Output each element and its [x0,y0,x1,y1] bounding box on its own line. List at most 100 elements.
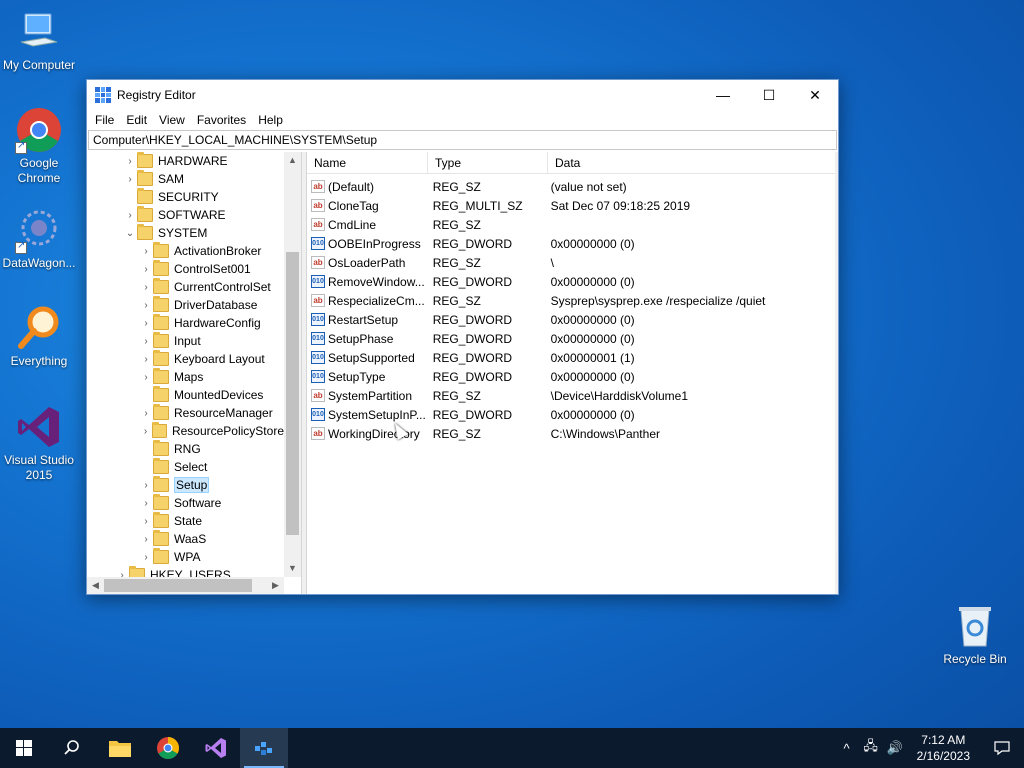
menu-help[interactable]: Help [252,113,289,127]
title-bar[interactable]: Registry Editor — ☐ ✕ [87,80,838,110]
tree-item[interactable]: › Keyboard Layout [87,350,284,368]
file-explorer-button[interactable] [96,728,144,768]
show-hidden-icons-chevron-icon[interactable]: ^ [835,741,859,756]
search-button[interactable] [48,728,96,768]
tree-item[interactable]: › ResourceManager [87,404,284,422]
scroll-down-icon[interactable]: ▼ [284,560,301,577]
column-data-header[interactable]: Data [548,152,833,174]
window-title: Registry Editor [117,88,196,102]
list-row[interactable]: ab CloneTag REG_MULTI_SZ Sat Dec 07 09:18:2… [307,196,838,215]
tree-item[interactable]: › HARDWARE [87,152,284,170]
list-row[interactable]: ab OsLoaderPath REG_SZ \ [307,253,838,272]
scroll-thumb[interactable] [104,579,252,592]
registry-editor-taskbar-button[interactable] [240,728,288,768]
tree-item[interactable]: › ResourcePolicyStore [87,422,284,440]
maximize-button[interactable]: ☐ [746,80,792,110]
tree-item[interactable]: › WPA [87,548,284,566]
tree-item[interactable]: › SAM [87,170,284,188]
tree-item[interactable]: › Maps [87,368,284,386]
scroll-up-icon[interactable]: ▲ [284,152,301,169]
list-row[interactable]: 010 SetupSupported REG_DWORD 0x00000001 (1) [307,348,838,367]
list-row[interactable]: 010 SystemSetupInP... REG_DWORD 0x00000000 … [307,405,838,424]
expand-arrow-icon[interactable]: › [139,354,153,365]
menu-favorites[interactable]: Favorites [191,113,252,127]
tree-item[interactable]: SECURITY [87,188,284,206]
expand-arrow-icon[interactable]: › [139,282,153,293]
tree-item[interactable]: RNG [87,440,284,458]
minimize-button[interactable]: — [700,80,746,110]
list-row[interactable]: ab CmdLine REG_SZ [307,215,838,234]
column-type-header[interactable]: Type [428,152,548,174]
tree-item[interactable]: › Input [87,332,284,350]
tree-item[interactable]: › Setup [87,476,284,494]
expand-arrow-icon[interactable]: › [139,480,153,491]
scroll-right-icon[interactable]: ▶ [267,577,284,594]
expand-arrow-icon[interactable]: › [123,210,137,221]
desktop-icon-my-computer[interactable]: My Computer [1,8,77,73]
desktop-icon-google-chrome[interactable]: Google Chrome [1,106,77,186]
expand-arrow-icon[interactable]: › [123,156,137,167]
expand-arrow-icon[interactable]: › [115,570,129,578]
start-button[interactable] [0,728,48,768]
expand-arrow-icon[interactable]: › [139,264,153,275]
tree-item[interactable]: › CurrentControlSet [87,278,284,296]
desktop-icon-datawagon[interactable]: DataWagon... [1,206,77,271]
menu-view[interactable]: View [153,113,191,127]
key-tree[interactable]: › HARDWARE › SAM SECURITY › SOFTWARE ⌄ SYSTEM › Ac… [87,152,302,594]
expand-arrow-icon[interactable]: › [139,498,153,509]
clock[interactable]: 7:12 AM 2/16/2023 [907,732,980,764]
values-list[interactable]: Name Type Data ab (Default) REG_SZ (value n… [307,152,838,594]
registry-editor-window[interactable]: Registry Editor — ☐ ✕ File Edit View Fav… [86,79,839,595]
desktop-icon-everything[interactable]: Everything [1,304,77,369]
list-row[interactable]: ab RespecializeCm... REG_SZ Sysprep\sysprep… [307,291,838,310]
expand-arrow-icon[interactable]: › [139,426,152,437]
list-row[interactable]: 010 SetupPhase REG_DWORD 0x00000000 (0) [307,329,838,348]
tree-horizontal-scrollbar[interactable]: ◀ ▶ [87,577,284,594]
visual-studio-taskbar-button[interactable] [192,728,240,768]
expand-arrow-icon[interactable]: › [139,516,153,527]
tree-item[interactable]: MountedDevices [87,386,284,404]
tree-item[interactable]: › State [87,512,284,530]
expand-arrow-icon[interactable]: › [139,408,153,419]
list-row[interactable]: ab SystemPartition REG_SZ \Device\HarddiskV… [307,386,838,405]
expand-arrow-icon[interactable]: › [123,174,137,185]
volume-icon[interactable]: 🔊 [883,740,907,756]
scroll-left-icon[interactable]: ◀ [87,577,104,594]
expand-arrow-icon[interactable]: › [139,552,153,563]
expand-arrow-icon[interactable]: › [139,534,153,545]
desktop-icon-recycle-bin[interactable]: Recycle Bin [937,602,1013,667]
tree-item[interactable]: › SOFTWARE [87,206,284,224]
tree-vertical-scrollbar[interactable]: ▲ ▼ [284,152,301,577]
tree-item[interactable]: › ControlSet001 [87,260,284,278]
expand-arrow-icon[interactable]: › [139,318,153,329]
menu-edit[interactable]: Edit [120,113,153,127]
network-icon[interactable]: 🖧 [859,737,883,759]
tree-item[interactable]: › ActivationBroker [87,242,284,260]
expand-arrow-icon[interactable]: › [139,336,153,347]
close-button[interactable]: ✕ [792,80,838,110]
expand-arrow-icon[interactable]: › [139,300,153,311]
menu-file[interactable]: File [89,113,120,127]
tree-item[interactable]: ⌄ SYSTEM [87,224,284,242]
notification-center-button[interactable] [980,728,1024,768]
list-row[interactable]: 010 SetupType REG_DWORD 0x00000000 (0) [307,367,838,386]
scroll-thumb[interactable] [286,252,299,535]
list-row[interactable]: ab (Default) REG_SZ (value not set) [307,177,838,196]
tree-item[interactable]: › HardwareConfig [87,314,284,332]
expand-arrow-icon[interactable]: › [139,246,153,257]
tree-item[interactable]: › WaaS [87,530,284,548]
expand-arrow-icon[interactable]: › [139,372,153,383]
tree-item[interactable]: › Software [87,494,284,512]
list-row[interactable]: 010 RemoveWindow... REG_DWORD 0x00000000 (0… [307,272,838,291]
list-row[interactable]: ab WorkingDirectory REG_SZ C:\Windows\Panth… [307,424,838,443]
chrome-taskbar-button[interactable] [144,728,192,768]
tree-item[interactable]: Select [87,458,284,476]
tree-item[interactable]: › DriverDatabase [87,296,284,314]
column-name-header[interactable]: Name [307,152,428,174]
address-bar[interactable]: Computer\HKEY_LOCAL_MACHINE\SYSTEM\Setup [88,130,837,150]
desktop-icon-visual-studio[interactable]: Visual Studio 2015 [1,403,77,483]
expand-arrow-icon[interactable]: ⌄ [123,228,137,239]
list-row[interactable]: 010 OOBEInProgress REG_DWORD 0x00000000 (0) [307,234,838,253]
tree-item[interactable]: › HKEY_USERS [87,566,284,577]
list-row[interactable]: 010 RestartSetup REG_DWORD 0x00000000 (0) [307,310,838,329]
